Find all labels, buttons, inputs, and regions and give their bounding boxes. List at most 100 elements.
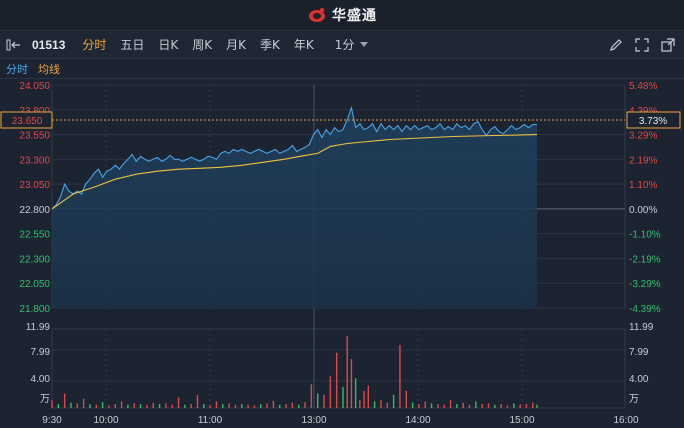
tab-monthly-k[interactable]: 月K (219, 36, 253, 53)
fullscreen-icon[interactable] (634, 37, 650, 53)
price-tick-label: 22.050 (19, 279, 50, 290)
tab-yearly-k[interactable]: 年K (287, 36, 321, 53)
volume-bar (133, 403, 135, 408)
volume-bar (405, 390, 407, 408)
volume-bar (329, 376, 332, 408)
volume-bar (266, 403, 268, 408)
chart-mode-tabs: 分时 均线 (0, 59, 684, 79)
volume-bar (247, 404, 249, 408)
volume-bar (190, 404, 192, 408)
collapse-panel-button[interactable] (6, 39, 28, 51)
volume-bar (316, 393, 319, 408)
volume-bar (272, 400, 275, 408)
volume-bar (532, 402, 534, 408)
volume-bar (114, 404, 116, 408)
volume-bar (285, 404, 287, 408)
percent-tick-label: 2.19% (629, 155, 657, 166)
volume-bar (146, 404, 148, 408)
price-tick-label: 22.550 (19, 230, 50, 241)
price-tick-label: 23.550 (19, 131, 50, 142)
tab-weekly-k[interactable]: 周K (185, 36, 219, 53)
volume-tick-label: 万 (629, 394, 639, 405)
volume-bar (165, 403, 167, 408)
percent-tick-label: -2.19% (629, 254, 661, 265)
volume-bar (196, 394, 199, 408)
percent-tick-label: 5.48% (629, 81, 657, 92)
price-area-fill (52, 107, 537, 308)
time-tick-label: 10:00 (93, 415, 118, 426)
volume-bar (513, 403, 515, 408)
volume-bar (487, 403, 490, 408)
percent-tick-label: 0.00% (629, 205, 657, 216)
volume-bar (392, 394, 395, 408)
volume-bar (89, 404, 91, 408)
interval-value: 1分 (334, 38, 355, 52)
volume-bar (63, 393, 66, 408)
volume-panel-border (51, 328, 626, 409)
volume-bar (506, 405, 509, 408)
tab-intraday[interactable]: 分时 (75, 36, 113, 53)
crosshair-cursor: 23.650 3.73% (0, 111, 681, 129)
draw-pencil-icon[interactable] (608, 37, 624, 53)
volume-bar (323, 394, 325, 408)
volume-tick-label: 4.00 (31, 374, 51, 385)
price-tick-label: 24.050 (19, 81, 50, 92)
time-tick-label: 13:00 (301, 415, 326, 426)
volume-bar (279, 404, 281, 408)
volume-bar (373, 401, 376, 408)
price-tick-label: 22.300 (19, 254, 50, 265)
tab-quarterly-k[interactable]: 季K (253, 36, 287, 53)
volume-bar (354, 378, 357, 408)
tab-intraday-line[interactable]: 分时 (6, 61, 28, 77)
tab-daily-k[interactable]: 日K (151, 36, 185, 53)
volume-bar (260, 404, 262, 408)
volume-tick-label: 7.99 (31, 347, 51, 358)
tab-average-line[interactable]: 均线 (38, 61, 60, 77)
title-bar: 华盛通 (0, 0, 684, 31)
volume-tick-label: 7.99 (629, 347, 649, 358)
interval-dropdown[interactable]: 1分 (335, 36, 369, 53)
percent-tick-label: -3.29% (629, 279, 661, 290)
volume-bar (399, 344, 401, 408)
volume-bar (310, 384, 313, 408)
volume-bar (350, 359, 353, 408)
volume-bar (462, 402, 464, 408)
volume-bar (525, 404, 528, 408)
volume-bar (120, 401, 123, 408)
volume-bar (304, 402, 306, 408)
volume-bar (57, 404, 60, 408)
volume-bar (234, 404, 237, 408)
volume-bar (380, 400, 382, 408)
volume-bar (298, 404, 300, 408)
percent-tick-label: -1.10% (629, 230, 661, 241)
toolbar: 01513 分时 五日 日K 周K 月K 季K 年K 1分 (0, 31, 684, 59)
volume-bar (184, 404, 186, 408)
volume-bar (475, 401, 477, 408)
intraday-chart[interactable]: 24.05023.80023.55023.30023.05022.80022.5… (0, 79, 684, 428)
volume-bar (171, 404, 173, 408)
volume-tick-label: 万 (40, 394, 50, 405)
volume-tick-label: 11.99 (26, 322, 51, 333)
volume-bar (468, 404, 471, 408)
price-area (52, 107, 537, 308)
volume-bar (411, 402, 414, 408)
volume-bar (152, 402, 154, 408)
volume-bar (291, 402, 294, 408)
volume-bar (363, 390, 365, 408)
time-tick-label: 11:00 (198, 415, 223, 426)
volume-bar (70, 402, 72, 408)
volume-bar (536, 404, 538, 408)
volume-bars (51, 336, 538, 408)
volume-bar (367, 385, 370, 408)
popout-window-icon[interactable] (660, 37, 676, 53)
price-tick-label: 23.050 (19, 180, 50, 191)
chevron-down-icon (360, 42, 369, 47)
tab-five-day[interactable]: 五日 (113, 36, 151, 53)
volume-bar (386, 402, 388, 408)
volume-tick-label: 4.00 (629, 374, 649, 385)
huasheng-logo-icon (309, 7, 325, 22)
volume-bar (346, 336, 348, 408)
volume-bar (203, 404, 205, 408)
time-tick-label: 9:30 (42, 415, 62, 426)
volume-bar (456, 404, 458, 408)
